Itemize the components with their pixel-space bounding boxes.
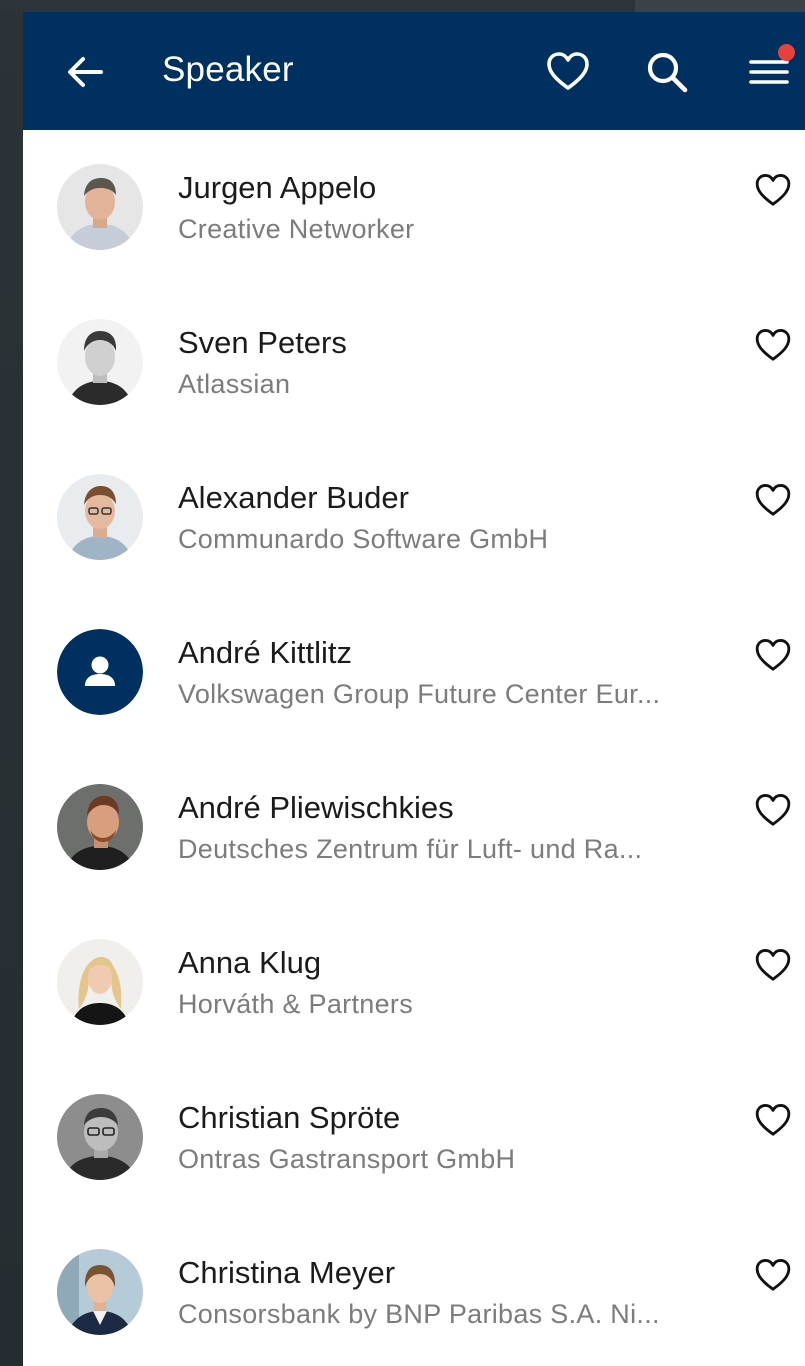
speaker-organization: Consorsbank by BNP Paribas S.A. Ni... [178, 1299, 660, 1329]
heart-outline-icon [755, 1104, 791, 1136]
avatar [57, 164, 143, 250]
app-bar: Speaker [23, 12, 805, 130]
speaker-row[interactable]: Anna Klug Horváth & Partners [23, 905, 805, 1060]
favorite-toggle[interactable] [753, 790, 793, 830]
avatar [57, 1094, 143, 1180]
heart-outline-icon [755, 484, 791, 516]
menu-button[interactable] [747, 44, 795, 96]
speaker-name: Christina Meyer [178, 1255, 396, 1290]
speaker-name: Jurgen Appelo [178, 170, 377, 205]
speaker-row[interactable]: André Kittlitz Volkswagen Group Future C… [23, 595, 805, 750]
favorites-button[interactable] [544, 48, 592, 96]
favorite-toggle[interactable] [753, 325, 793, 365]
heart-outline-icon [755, 1259, 791, 1291]
heart-outline-icon [755, 639, 791, 671]
favorite-toggle[interactable] [753, 170, 793, 210]
favorite-toggle[interactable] [753, 945, 793, 985]
background-top-highlight [635, 0, 805, 12]
favorite-toggle[interactable] [753, 1100, 793, 1140]
page-title: Speaker [162, 50, 294, 89]
speaker-organization: Creative Networker [178, 214, 415, 244]
speaker-row[interactable]: Christian Spröte Ontras Gastransport Gmb… [23, 1060, 805, 1215]
speaker-organization: Atlassian [178, 369, 291, 399]
search-button[interactable] [643, 48, 691, 96]
speaker-name: Anna Klug [178, 945, 322, 980]
notification-dot [778, 44, 795, 61]
avatar-placeholder [57, 629, 143, 715]
app-screen: Speaker Jurgen Appelo Creative Networker… [23, 12, 805, 1366]
speaker-organization: Deutsches Zentrum für Luft- und Ra... [178, 834, 643, 864]
favorite-toggle[interactable] [753, 635, 793, 675]
speaker-name: André Kittlitz [178, 635, 353, 670]
arrow-left-icon [68, 57, 103, 87]
speaker-name: Alexander Buder [178, 480, 409, 515]
heart-outline-icon [755, 794, 791, 826]
speaker-row[interactable]: André Pliewischkies Deutsches Zentrum fü… [23, 750, 805, 905]
speaker-organization: Volkswagen Group Future Center Eur... [178, 679, 661, 709]
speaker-list: Jurgen Appelo Creative Networker Sven Pe… [23, 130, 805, 1366]
avatar [57, 784, 143, 870]
avatar [57, 474, 143, 560]
background-top-strip [0, 0, 805, 12]
speaker-row[interactable]: Jurgen Appelo Creative Networker [23, 130, 805, 285]
favorite-toggle[interactable] [753, 1255, 793, 1295]
back-button[interactable] [63, 50, 107, 94]
person-icon [57, 629, 143, 715]
search-icon [647, 52, 688, 93]
heart-outline-icon [755, 949, 791, 981]
favorite-toggle[interactable] [753, 480, 793, 520]
heart-outline-icon [755, 174, 791, 206]
speaker-name: André Pliewischkies [178, 790, 454, 825]
speaker-organization: Communardo Software GmbH [178, 524, 549, 554]
speaker-organization: Ontras Gastransport GmbH [178, 1144, 516, 1174]
speaker-name: Christian Spröte [178, 1100, 401, 1135]
heart-outline-icon [755, 329, 791, 361]
heart-outline-icon [547, 52, 589, 90]
speaker-row[interactable]: Christina Meyer Consorsbank by BNP Parib… [23, 1215, 805, 1366]
avatar [57, 1249, 143, 1335]
speaker-organization: Horváth & Partners [178, 989, 413, 1019]
speaker-row[interactable]: Alexander Buder Communardo Software GmbH [23, 440, 805, 595]
speaker-row[interactable]: Sven Peters Atlassian [23, 285, 805, 440]
avatar [57, 319, 143, 405]
speaker-name: Sven Peters [178, 325, 347, 360]
avatar [57, 939, 143, 1025]
